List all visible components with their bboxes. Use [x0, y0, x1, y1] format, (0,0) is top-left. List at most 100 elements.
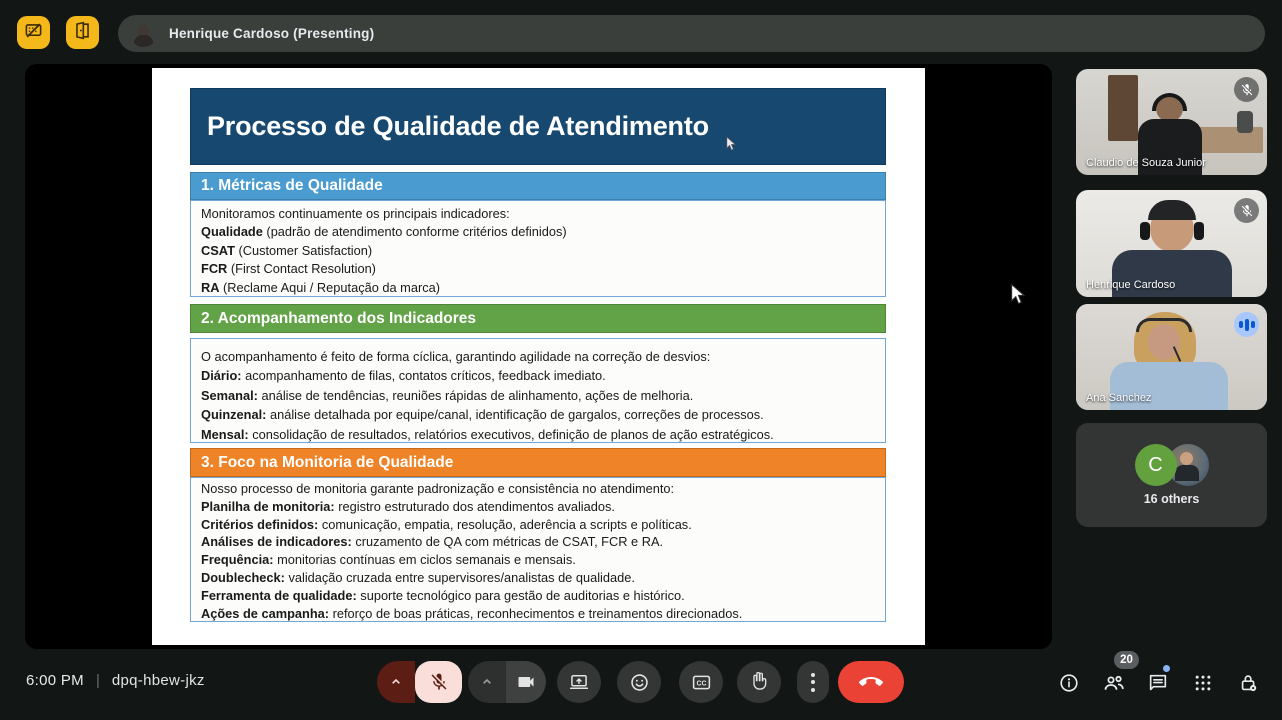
chat-icon	[1149, 674, 1167, 691]
emoji-icon	[630, 673, 648, 691]
line-lead: Mensal:	[201, 426, 249, 442]
section-2-header: 2. Acompanhamento dos Indicadores	[190, 304, 886, 333]
slide-title: Processo de Qualidade de Atendimento	[207, 111, 709, 141]
keyboard-off-icon	[24, 21, 43, 45]
section-3-body: Nosso processo de monitoria garante padr…	[190, 477, 886, 622]
section-2-title: 2. Acompanhamento dos Indicadores	[201, 309, 477, 327]
headphones	[1152, 93, 1187, 111]
line-lead: Análises de indicadores:	[201, 534, 352, 550]
phone-down-icon	[859, 677, 883, 686]
line-text: comunicação, empatia, resolução, aderênc…	[318, 516, 692, 532]
line-text: (Reclame Aqui / Reputação da marca)	[219, 279, 440, 295]
section-1-body: Monitoramos continuamente os principais …	[190, 200, 886, 297]
headset	[1136, 318, 1192, 332]
mic-off-icon	[1241, 83, 1252, 95]
line-lead: Planilha de monitoria:	[201, 498, 335, 514]
participant-name: Henrique Cardoso	[1086, 279, 1176, 291]
line-lead: Diário:	[201, 368, 242, 384]
line-lead: Ferramenta de qualidade:	[201, 587, 357, 603]
door-open-warning-button[interactable]	[66, 16, 99, 49]
line-text: análise de tendências, reuniões rápidas …	[257, 387, 694, 403]
muted-mic-badge	[1234, 77, 1259, 102]
line-text: validação cruzada entre supervisores/ana…	[284, 569, 635, 585]
clock-time: 6:00 PM	[26, 672, 84, 689]
present-screen-button[interactable]	[557, 661, 601, 703]
stacked-avatars: C	[1134, 444, 1209, 486]
raise-hand-button[interactable]	[737, 661, 781, 703]
line-text: acompanhamento de filas, contatos crític…	[241, 368, 606, 384]
separator: |	[95, 672, 100, 689]
section-1-header: 1. Métricas de Qualidade	[190, 172, 886, 200]
mic-off-icon	[1241, 204, 1252, 216]
chevron-up-icon	[483, 678, 491, 684]
avatar-letter: C	[1134, 444, 1177, 486]
line-text: suporte tecnológico para gestão de audit…	[356, 587, 685, 603]
more-participants-tile[interactable]: C 16 others	[1076, 423, 1267, 527]
line-text: O acompanhamento é feito de forma cíclic…	[201, 349, 711, 364]
leave-call-button[interactable]	[838, 661, 904, 703]
door-open-icon	[73, 21, 92, 45]
video-tile-henrique[interactable]: Henrique Cardoso	[1076, 190, 1267, 297]
line-lead: Critérios definidos:	[201, 516, 319, 532]
slide-title-bar: Processo de Qualidade de Atendimento	[190, 88, 886, 165]
host-controls-button[interactable]	[1237, 671, 1261, 695]
section-2-body: O acompanhamento é feito de forma cíclic…	[190, 338, 886, 443]
line-text: reforço de boas práticas, reconhecimento…	[329, 605, 743, 621]
line-lead: CSAT	[201, 242, 235, 258]
captions-button[interactable]: CC	[679, 661, 723, 703]
headphone-cup	[1194, 222, 1204, 240]
chair-prop	[1237, 111, 1253, 133]
camera-icon	[518, 677, 534, 687]
line-text: análise detalhada por equipe/canal, iden…	[266, 407, 764, 423]
section-3-header: 3. Foco na Monitoria de Qualidade	[190, 448, 886, 477]
line-text: registro estruturado dos atendimentos av…	[334, 498, 615, 514]
mic-options-chevron[interactable]	[377, 661, 415, 703]
line-text: monitorias contínuas em ciclos semanais …	[273, 552, 576, 568]
headphone-cup	[1140, 222, 1150, 240]
line-text: consolidação de resultados, relatórios e…	[248, 426, 774, 442]
shared-slide: Processo de Qualidade de Atendimento 1. …	[152, 68, 925, 645]
line-lead: Doublecheck:	[201, 569, 285, 585]
participant-name: Claudio de Souza Junior	[1086, 157, 1206, 169]
people-icon	[1104, 675, 1124, 690]
camera-options-chevron[interactable]	[468, 661, 506, 703]
video-tile-ana[interactable]: Ana Sanchez	[1076, 304, 1267, 410]
camera-toggle-button[interactable]	[506, 661, 546, 703]
present-screen-icon	[569, 675, 589, 689]
cc-icon: CC	[692, 675, 710, 689]
meet-window: Henrique Cardoso (Presenting) Processo d…	[0, 0, 1282, 720]
door-prop	[1108, 75, 1138, 141]
keyboard-off-warning-button[interactable]	[17, 16, 50, 49]
svg-text:CC: CC	[696, 680, 706, 687]
line-lead: Quinzenal:	[201, 407, 267, 423]
chat-panel-button[interactable]	[1146, 671, 1170, 695]
line-text: Monitoramos continuamente os principais …	[201, 206, 510, 221]
activities-button[interactable]	[1191, 671, 1215, 695]
line-lead: RA	[201, 279, 220, 295]
chat-unread-dot	[1163, 665, 1170, 672]
line-lead: Semanal:	[201, 387, 258, 403]
line-lead: Frequência:	[201, 552, 274, 568]
more-options-button[interactable]	[797, 661, 829, 703]
others-count-label: 16 others	[1143, 492, 1200, 506]
people-panel-button[interactable]	[1102, 671, 1126, 695]
mic-off-icon	[431, 673, 446, 690]
meeting-details-button[interactable]	[1057, 671, 1081, 695]
hair	[1148, 200, 1196, 220]
lock-icon	[1241, 675, 1257, 692]
info-icon	[1060, 674, 1078, 692]
line-text: cruzamento de QA com métricas de CSAT, F…	[351, 534, 664, 550]
participant-count-badge: 20	[1114, 651, 1139, 669]
line-lead: Qualidade	[201, 224, 263, 240]
chevron-up-icon	[392, 678, 400, 684]
reactions-button[interactable]	[617, 661, 661, 703]
mic-toggle-button[interactable]	[415, 661, 462, 703]
participant-name: Ana Sanchez	[1086, 392, 1152, 404]
video-tile-claudio[interactable]: Claudio de Souza Junior	[1076, 69, 1267, 175]
hand-icon	[753, 672, 767, 690]
presenter-name: Henrique Cardoso (Presenting)	[169, 26, 375, 41]
line-lead: Ações de campanha:	[201, 605, 330, 621]
presenter-banner[interactable]: Henrique Cardoso (Presenting)	[118, 15, 1265, 52]
apps-grid-icon	[1195, 675, 1211, 691]
meeting-code: dpq-hbew-jkz	[111, 672, 205, 689]
